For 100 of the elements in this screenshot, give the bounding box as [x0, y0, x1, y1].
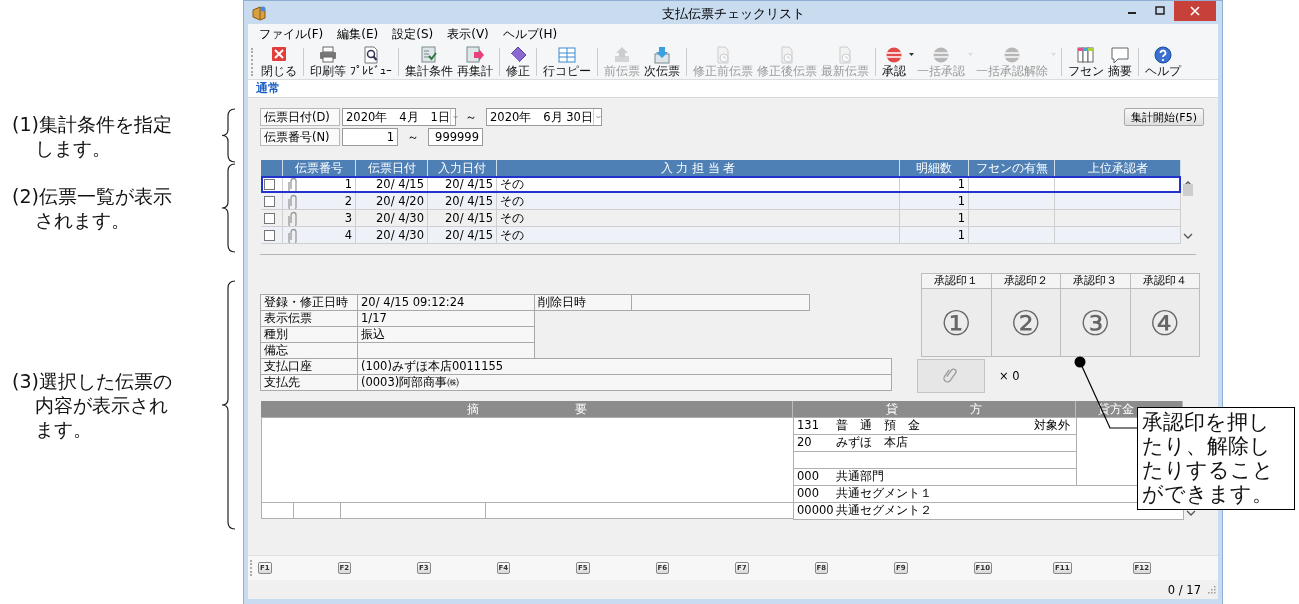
account-code: 000 — [796, 486, 820, 502]
window-title: 支払伝票チェックリスト — [660, 5, 806, 23]
account-code: 000 — [796, 469, 820, 485]
toolbar-button[interactable]: 閉じる — [259, 44, 299, 79]
toolbar-button[interactable]: 修正 — [504, 44, 532, 79]
start-button[interactable]: 集計開始(F5) — [1124, 108, 1204, 126]
table-cell: 4 — [344, 227, 352, 243]
arrow-up-icon — [612, 45, 632, 64]
annotation-text: (1)集計条件を指定 します。 — [11, 111, 173, 160]
menu-item[interactable]: 設定(S) — [385, 25, 441, 43]
menu-item[interactable]: 編集(E) — [330, 25, 386, 43]
field-value: (0003)阿部商事㈱ — [357, 374, 892, 391]
resize-grip-icon — [1207, 585, 1216, 594]
number-field[interactable]: 1 — [342, 128, 398, 146]
recalculate-icon — [465, 45, 485, 64]
toolbar-button[interactable]: 承認 — [880, 44, 915, 79]
table-cell: 20/ 4/20 — [356, 193, 428, 209]
table-cell: その — [497, 176, 900, 192]
field-label: 伝票日付(D) — [260, 108, 340, 126]
record-count: 0 / 17 — [1167, 582, 1201, 597]
menu-item[interactable]: 表示(V) — [440, 25, 496, 43]
stamp-label: 承認印４ — [1129, 273, 1200, 289]
caret-icon — [909, 52, 914, 56]
account-name: 共通セグメント２ — [836, 503, 932, 519]
menu-item[interactable]: ファイル(F) — [252, 25, 331, 43]
field-label: 支払先 — [260, 374, 358, 391]
table-cell: その — [497, 210, 900, 226]
chevron-down-icon — [592, 109, 603, 125]
app-icon — [251, 5, 267, 21]
stamp-slot[interactable]: ② — [990, 288, 1061, 357]
table-cell: 20/ 4/15 — [356, 176, 428, 192]
table-cell: 20/ 4/15 — [428, 210, 497, 226]
scroll-thumb[interactable] — [1183, 184, 1193, 196]
field-label: 伝票番号(N) — [260, 128, 340, 146]
stamp-label: 承認印２ — [990, 273, 1061, 289]
account-name: 普 通 預 金 — [836, 418, 920, 434]
stamp-slot[interactable]: ① — [921, 288, 992, 357]
checkbox[interactable] — [264, 195, 275, 207]
close-button[interactable] — [1174, 1, 1216, 21]
stamp-label: 承認印１ — [921, 273, 992, 289]
table-row[interactable]: 2 20/ 4/20 20/ 4/15 その 1 — [261, 193, 1181, 210]
toolbar-button[interactable]: 摘要 — [1106, 44, 1134, 79]
account-name: 共通セグメント１ — [836, 486, 932, 502]
chevron-down-icon — [449, 109, 460, 125]
table-cell: 3 — [344, 210, 352, 226]
checkbox[interactable] — [264, 212, 275, 224]
toolbar-button[interactable]: 行コピー — [541, 44, 593, 79]
checkbox[interactable] — [264, 229, 275, 241]
account-name: 共通部門 — [836, 469, 884, 485]
paperclip-icon — [286, 193, 298, 209]
stamp-label: 承認印３ — [1060, 273, 1131, 289]
menu-item[interactable]: ヘルプ(H) — [495, 25, 565, 43]
date-dropdown[interactable]: 2020年 4月 1日 — [342, 108, 456, 126]
table-row[interactable]: 4 20/ 4/30 20/ 4/15 その 1 — [261, 227, 1181, 244]
table-cell: 1 — [344, 176, 352, 192]
paperclip-icon — [286, 210, 298, 226]
table-cell: その — [497, 227, 900, 243]
paperclip-icon — [286, 176, 298, 192]
table-cell: その — [497, 193, 900, 209]
callout: 承認印を押し たり、解除し たりすること ができます。 — [1137, 407, 1295, 510]
stamp-slot[interactable]: ④ — [1129, 288, 1200, 357]
stamp-slot[interactable]: ③ — [1060, 288, 1131, 357]
close-icon — [1190, 6, 1200, 16]
account-code: 131 — [796, 418, 820, 434]
toolbar-button[interactable]: ヘルプ — [1143, 44, 1183, 79]
annotation-text: (2)伝票一覧が表示 されます。 — [11, 184, 173, 232]
number-field[interactable]: 999999 — [428, 128, 483, 146]
range-separator: ～ — [406, 129, 420, 146]
table-cell: 20/ 4/15 — [428, 193, 497, 209]
arrow-down-icon — [652, 45, 672, 64]
toolbar-button[interactable]: 印刷等 — [308, 44, 348, 79]
table-cell: 1 — [900, 227, 969, 243]
account-code: 00000 — [796, 503, 835, 519]
range-separator: ～ — [464, 109, 478, 126]
toolbar-button[interactable]: 集計条件 — [403, 44, 455, 79]
toolbar-button[interactable]: ﾌﾟﾚﾋﾞｭｰ — [348, 44, 394, 79]
table-row[interactable]: 1 20/ 4/15 20/ 4/15 その 1 — [261, 176, 1181, 193]
table-cell: 20/ 4/30 — [356, 210, 428, 226]
table-cell: 1 — [900, 210, 969, 226]
table-cell: 20/ 4/15 — [428, 227, 497, 243]
maximize-icon — [1155, 6, 1165, 16]
checkbox[interactable] — [264, 178, 275, 190]
table-cell: 20/ 4/30 — [356, 227, 428, 243]
tax-note: 対象外 — [1034, 418, 1071, 434]
table-cell: 1 — [900, 176, 969, 192]
date-dropdown[interactable]: 2020年 6月 30日 — [486, 108, 602, 126]
toolbar-button[interactable]: 次伝票 — [642, 44, 682, 79]
chevron-down-icon — [1183, 232, 1193, 240]
column-header: 貸 方 — [793, 401, 1076, 417]
account-name: みずほ 本店 — [836, 435, 908, 451]
table-cell: 20/ 4/15 — [428, 176, 497, 192]
annotation-text: (3)選択した伝票の 内容が表示され ます。 — [11, 369, 173, 441]
column-header: 摘 要 — [261, 401, 793, 417]
table-cell: 2 — [344, 193, 352, 209]
toolbar-button[interactable]: 再集計 — [455, 44, 495, 79]
table-cell: 1 — [900, 193, 969, 209]
checklist-icon — [419, 45, 439, 64]
field-label: 削除日時 — [534, 294, 632, 311]
account-code: 20 — [796, 435, 813, 451]
toolbar-button[interactable]: フセン — [1066, 44, 1106, 79]
